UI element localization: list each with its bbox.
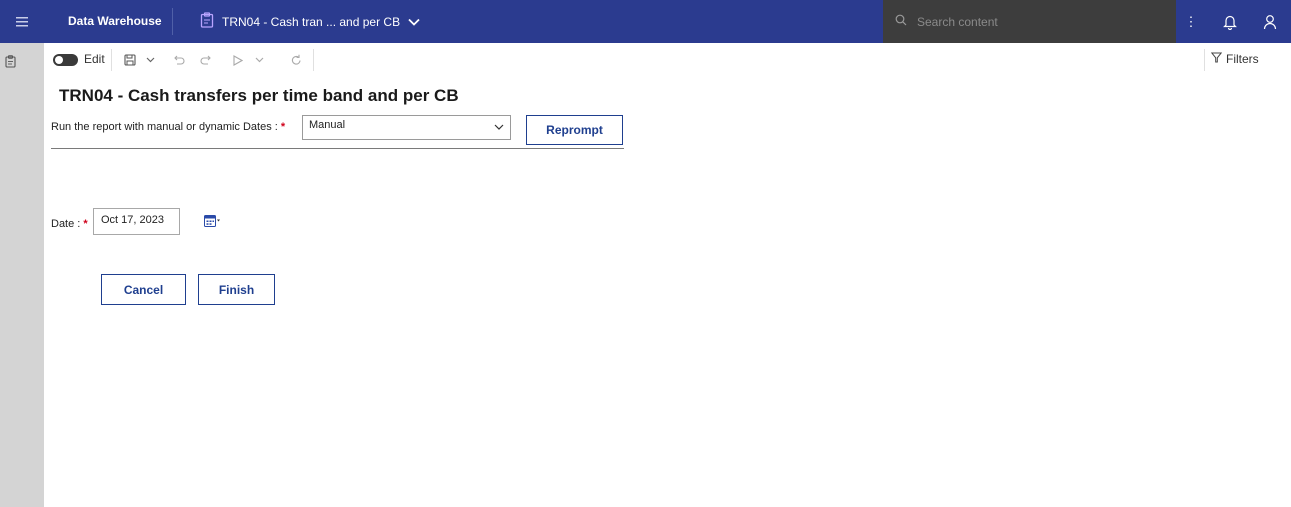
kebab-icon[interactable]: ⋮ [1176, 0, 1206, 43]
edit-toggle[interactable] [53, 54, 78, 66]
cancel-button[interactable]: Cancel [101, 274, 186, 305]
chevron-down-icon [494, 122, 504, 134]
save-icon[interactable] [123, 51, 137, 69]
report-clipboard-icon [200, 12, 214, 31]
top-navigation-bar: Data Warehouse TRN04 - Cash tran ... and… [0, 0, 1291, 43]
dates-mode-label: Run the report with manual or dynamic Da… [51, 121, 285, 133]
required-marker: * [280, 121, 286, 133]
report-clipboard-icon[interactable] [0, 51, 20, 71]
filters-button[interactable]: Filters [1210, 52, 1259, 66]
bell-icon[interactable] [1214, 0, 1246, 43]
date-label: Date : * [51, 218, 88, 230]
page-title: TRN04 - Cash transfers per time band and… [59, 86, 459, 105]
toolbar-divider [313, 49, 314, 71]
filter-icon [1210, 52, 1223, 66]
save-dropdown-icon[interactable] [144, 51, 156, 69]
edit-label: Edit [84, 52, 105, 66]
date-field[interactable]: Oct 17, 2023 [93, 208, 180, 235]
run-dropdown-icon[interactable] [253, 51, 265, 69]
hamburger-icon[interactable] [0, 0, 43, 43]
app-name[interactable]: Data Warehouse [68, 0, 162, 43]
left-rail [0, 43, 44, 507]
topbar-divider [172, 8, 173, 35]
search-bar [883, 0, 1176, 43]
finish-button[interactable]: Finish [198, 274, 275, 305]
dates-mode-label-text: Run the report with manual or dynamic Da… [51, 121, 278, 133]
chevron-down-icon[interactable] [408, 15, 420, 29]
dates-mode-value: Manual [309, 119, 346, 131]
date-label-text: Date : [51, 218, 81, 230]
prompt-page: TRN04 - Cash transfers per time band and… [44, 77, 1291, 507]
refresh-icon[interactable] [290, 51, 302, 69]
toolbar-divider [1204, 49, 1205, 71]
search-input[interactable] [917, 14, 1147, 29]
report-toolbar: Edit Filters [44, 43, 1291, 77]
toolbar-divider [111, 49, 112, 71]
filters-label: Filters [1226, 52, 1259, 66]
required-marker: * [83, 218, 88, 230]
calendar-icon[interactable] [204, 214, 228, 228]
run-icon[interactable] [232, 51, 244, 69]
reprompt-button[interactable]: Reprompt [526, 115, 623, 145]
redo-icon[interactable] [199, 51, 213, 69]
report-tab[interactable]: TRN04 - Cash tran ... and per CB [200, 0, 420, 43]
undo-icon[interactable] [171, 51, 185, 69]
search-icon [895, 13, 907, 31]
user-icon[interactable] [1254, 0, 1286, 43]
prompt-divider [51, 148, 624, 149]
dates-mode-select[interactable]: Manual [302, 115, 511, 140]
report-tab-label: TRN04 - Cash tran ... and per CB [222, 14, 401, 29]
